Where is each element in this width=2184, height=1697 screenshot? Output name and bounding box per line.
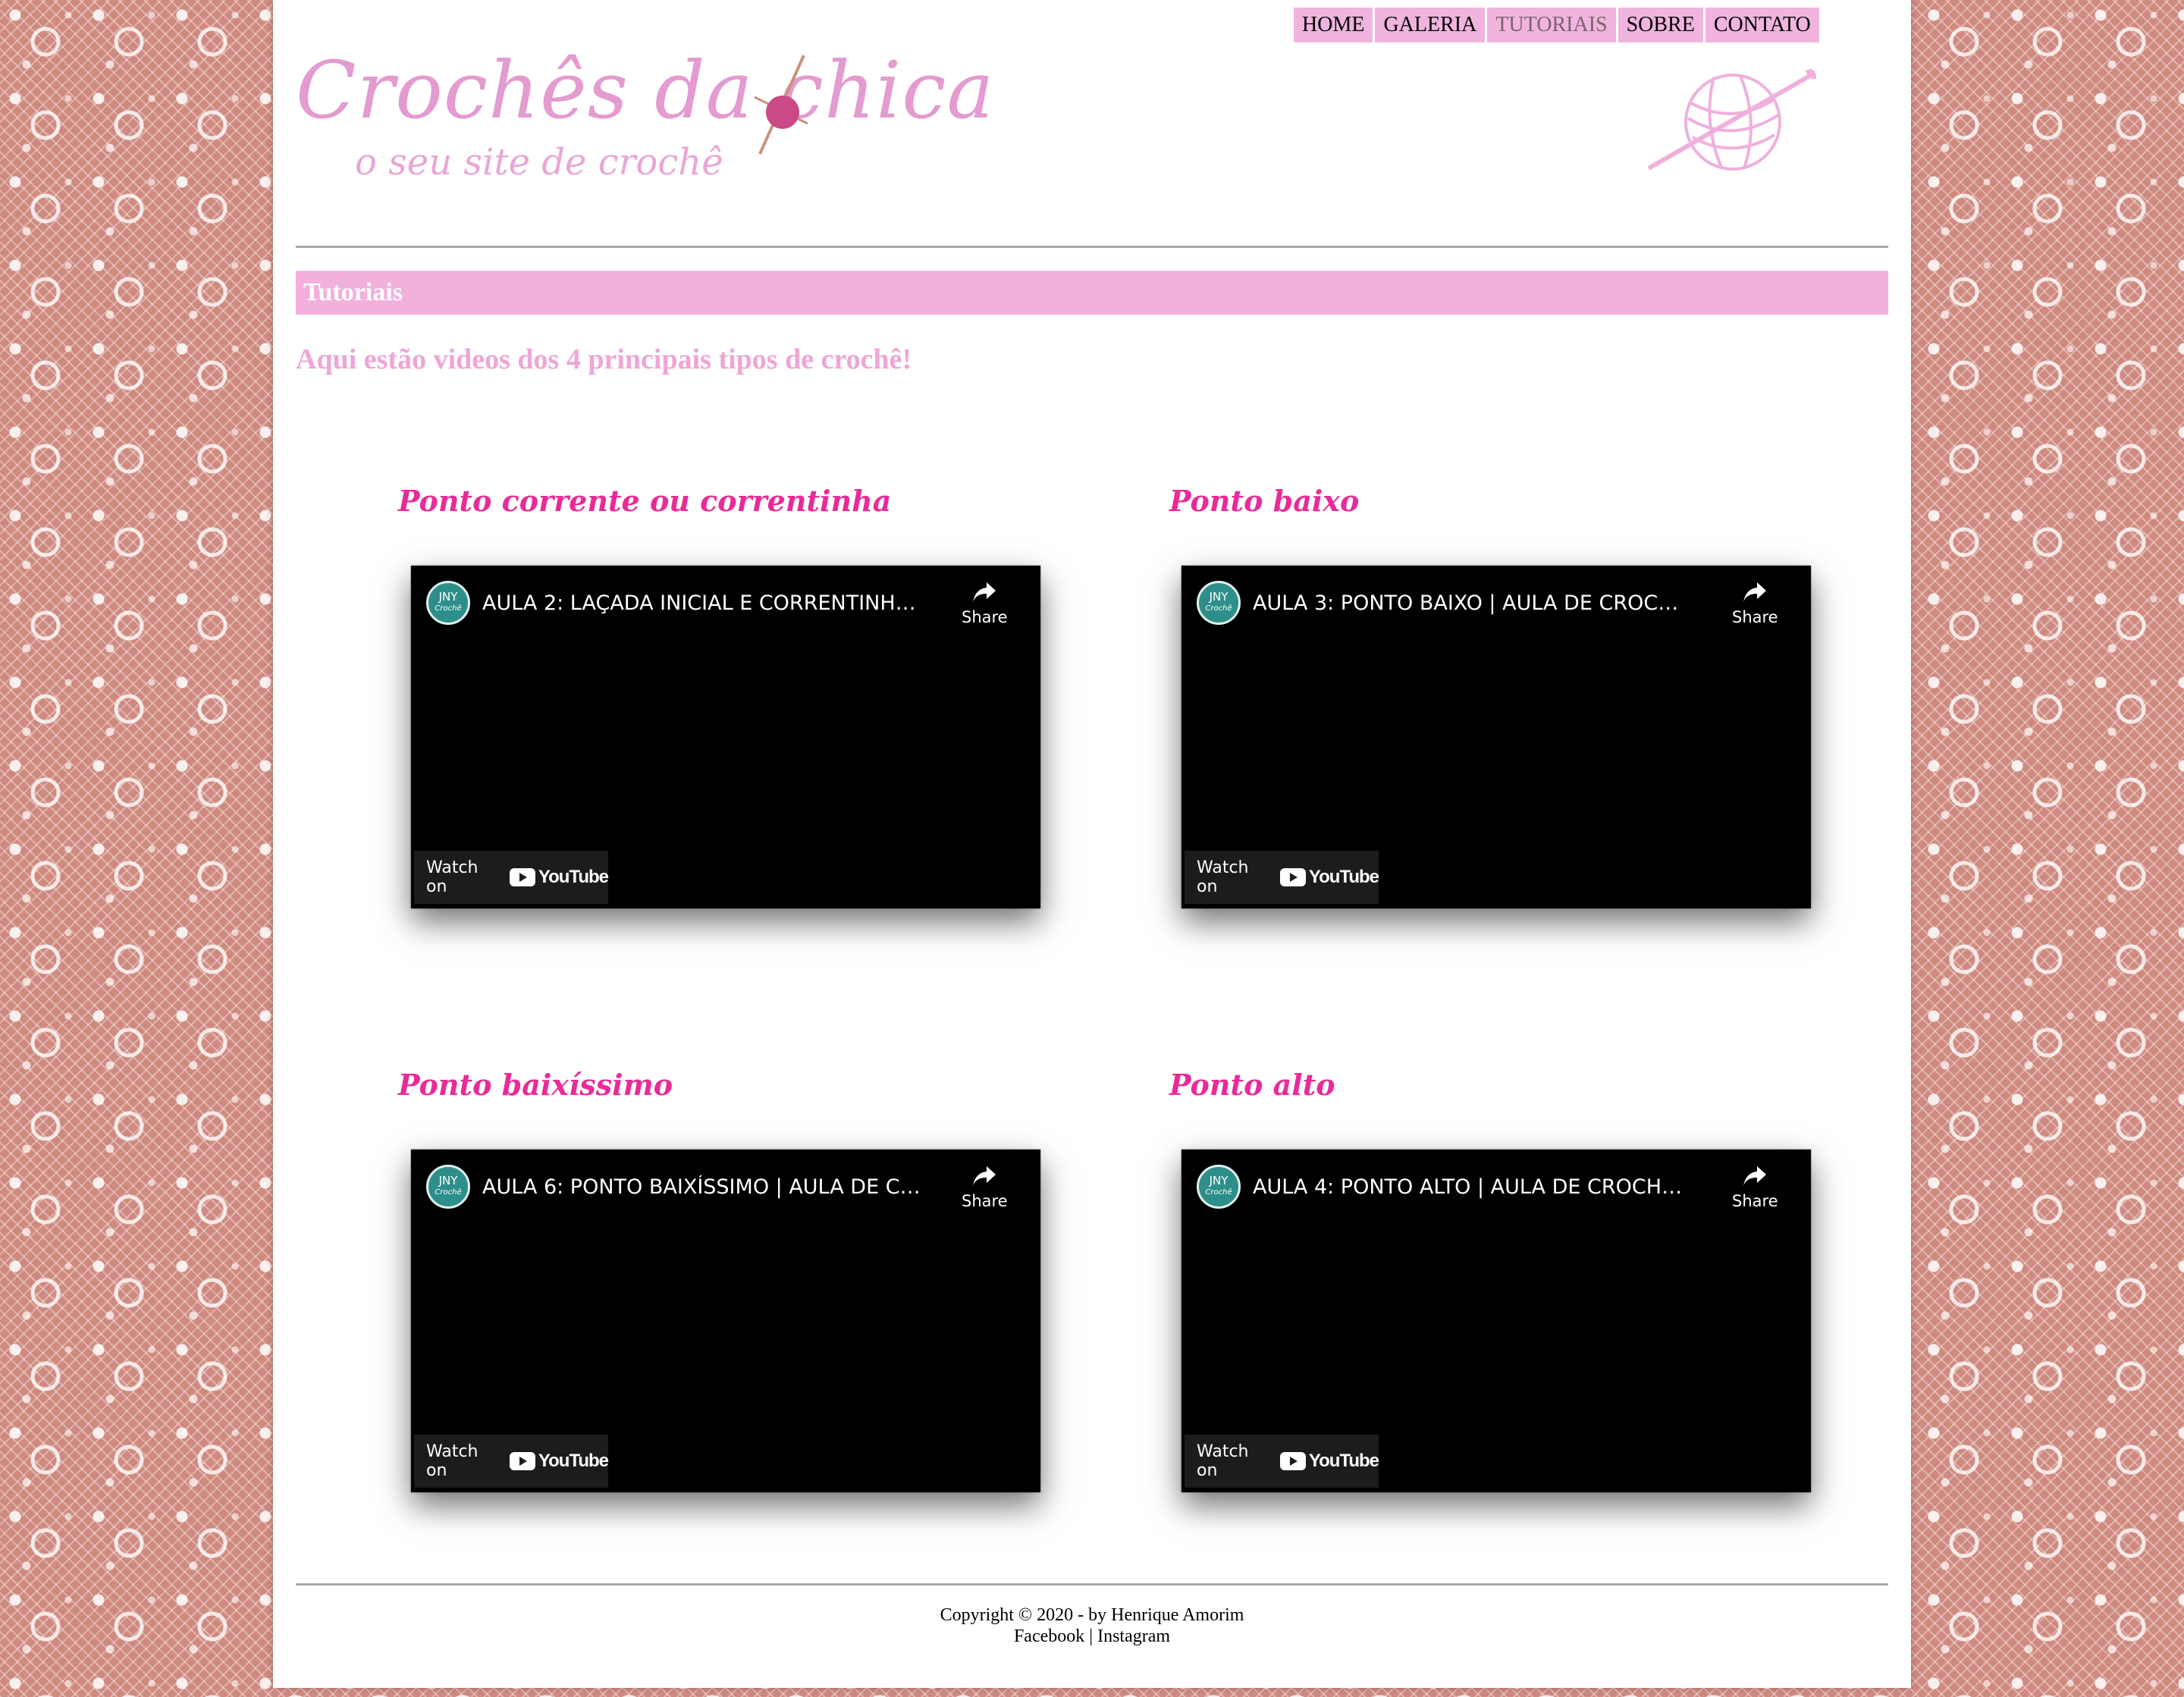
video-player[interactable]: JNY Crochê AULA 6: PONTO BAIXÍSSIMO | AUL… bbox=[411, 1150, 1040, 1492]
youtube-logo: YouTube bbox=[1279, 1451, 1379, 1472]
channel-badge-text: JNY bbox=[1209, 1174, 1228, 1187]
channel-badge-sub: Crochê bbox=[1205, 604, 1232, 613]
share-icon bbox=[1743, 1166, 1766, 1186]
logo-subtitle: o seu site de crochê bbox=[355, 141, 723, 184]
youtube-play-icon bbox=[509, 868, 535, 886]
video-title[interactable]: AULA 2: LAÇADA INICIAL E CORRENTINHA | A… bbox=[482, 591, 922, 615]
youtube-logo: YouTube bbox=[509, 867, 609, 888]
video-title[interactable]: AULA 3: PONTO BAIXO | AULA DE CROCHÊ PAR… bbox=[1253, 591, 1693, 615]
youtube-play-icon bbox=[1279, 1452, 1306, 1470]
channel-badge-text: JNY bbox=[438, 590, 458, 604]
yarn-ball-hook-icon bbox=[754, 55, 808, 155]
video-player[interactable]: JNY Crochê AULA 4: PONTO ALTO | AULA DE C… bbox=[1181, 1150, 1811, 1492]
watch-on-label: Watch on bbox=[426, 1442, 479, 1480]
facebook-link[interactable]: Facebook bbox=[1014, 1626, 1084, 1646]
social-links: Facebook | Instagram bbox=[273, 1626, 1911, 1647]
yarn-ball-icon bbox=[1647, 69, 1816, 171]
video-title[interactable]: AULA 4: PONTO ALTO | AULA DE CROCHÊ PAR.… bbox=[1253, 1175, 1693, 1199]
logo-title: Crochês da chica bbox=[296, 44, 995, 136]
youtube-play-icon bbox=[1279, 868, 1306, 886]
youtube-wordmark: YouTube bbox=[538, 1451, 609, 1471]
watch-on-youtube-button[interactable]: Watch on YouTube bbox=[1185, 1435, 1379, 1488]
video-title[interactable]: AULA 6: PONTO BAIXÍSSIMO | AULA DE CROCH… bbox=[482, 1175, 922, 1199]
share-button[interactable]: Share bbox=[1732, 1165, 1778, 1210]
intro-text: Aqui estão videos dos 4 principais tipos… bbox=[296, 343, 912, 375]
footer: Copyright © 2020 - by Henrique Amorim Fa… bbox=[273, 1604, 1911, 1647]
video-heading: Ponto baixíssimo bbox=[398, 1068, 673, 1102]
video-player[interactable]: JNY Crochê AULA 3: PONTO BAIXO | AULA DE … bbox=[1181, 566, 1811, 908]
nav-sobre[interactable]: SOBRE bbox=[1618, 8, 1703, 42]
watch-on-label: Watch on bbox=[1197, 858, 1249, 896]
footer-divider bbox=[296, 1583, 1888, 1586]
video-heading: Ponto alto bbox=[1169, 1068, 1335, 1102]
page-container: Crochês da chica o seu site de crochê HO… bbox=[273, 0, 1911, 1688]
site-logo[interactable]: Crochês da chica o seu site de crochê bbox=[296, 38, 993, 190]
channel-badge-sub: Crochê bbox=[435, 1188, 462, 1197]
channel-avatar[interactable]: JNY Crochê bbox=[426, 581, 470, 625]
video-player[interactable]: JNY Crochê AULA 2: LAÇADA INICIAL E CORRE… bbox=[411, 566, 1040, 908]
share-button[interactable]: Share bbox=[962, 1165, 1008, 1210]
watch-on-youtube-button[interactable]: Watch on YouTube bbox=[414, 1435, 609, 1488]
watch-on-label: Watch on bbox=[1197, 1442, 1249, 1480]
share-label: Share bbox=[1732, 608, 1778, 626]
channel-badge-sub: Crochê bbox=[435, 604, 462, 613]
channel-badge-text: JNY bbox=[438, 1174, 458, 1187]
youtube-wordmark: YouTube bbox=[1308, 867, 1379, 887]
watch-on-youtube-button[interactable]: Watch on YouTube bbox=[414, 851, 609, 904]
youtube-logo: YouTube bbox=[509, 1451, 609, 1472]
nav-tutoriais[interactable]: TUTORIAIS bbox=[1487, 8, 1616, 42]
channel-badge-sub: Crochê bbox=[1205, 1188, 1232, 1197]
watch-on-label: Watch on bbox=[426, 858, 479, 896]
instagram-link[interactable]: Instagram bbox=[1097, 1626, 1170, 1646]
main-nav: HOME GALERIA TUTORIAIS SOBRE CONTATO bbox=[1294, 8, 1822, 42]
youtube-logo: YouTube bbox=[1279, 867, 1379, 888]
nav-contato[interactable]: CONTATO bbox=[1705, 8, 1819, 42]
copyright-text: Copyright © 2020 - by Henrique Amorim bbox=[940, 1605, 1244, 1625]
channel-avatar[interactable]: JNY Crochê bbox=[426, 1165, 470, 1209]
share-icon bbox=[973, 582, 996, 602]
youtube-play-icon bbox=[509, 1452, 535, 1470]
channel-avatar[interactable]: JNY Crochê bbox=[1197, 1165, 1241, 1209]
watch-on-youtube-button[interactable]: Watch on YouTube bbox=[1185, 851, 1379, 904]
section-title-bar: Tutoriais bbox=[296, 271, 1888, 315]
share-icon bbox=[973, 1166, 996, 1186]
channel-badge-text: JNY bbox=[1209, 590, 1228, 604]
nav-galeria[interactable]: GALERIA bbox=[1375, 8, 1486, 42]
share-label: Share bbox=[962, 1192, 1008, 1210]
header-divider bbox=[296, 246, 1888, 248]
youtube-wordmark: YouTube bbox=[1308, 1451, 1379, 1471]
nav-home[interactable]: HOME bbox=[1294, 8, 1373, 42]
share-label: Share bbox=[962, 608, 1008, 626]
share-button[interactable]: Share bbox=[962, 581, 1008, 626]
link-separator: | bbox=[1089, 1626, 1094, 1646]
youtube-wordmark: YouTube bbox=[538, 867, 609, 887]
channel-avatar[interactable]: JNY Crochê bbox=[1197, 581, 1241, 625]
share-label: Share bbox=[1732, 1192, 1778, 1210]
video-heading: Ponto baixo bbox=[1169, 484, 1360, 518]
share-button[interactable]: Share bbox=[1732, 581, 1778, 626]
video-heading: Ponto corrente ou correntinha bbox=[398, 484, 892, 518]
share-icon bbox=[1743, 582, 1766, 602]
